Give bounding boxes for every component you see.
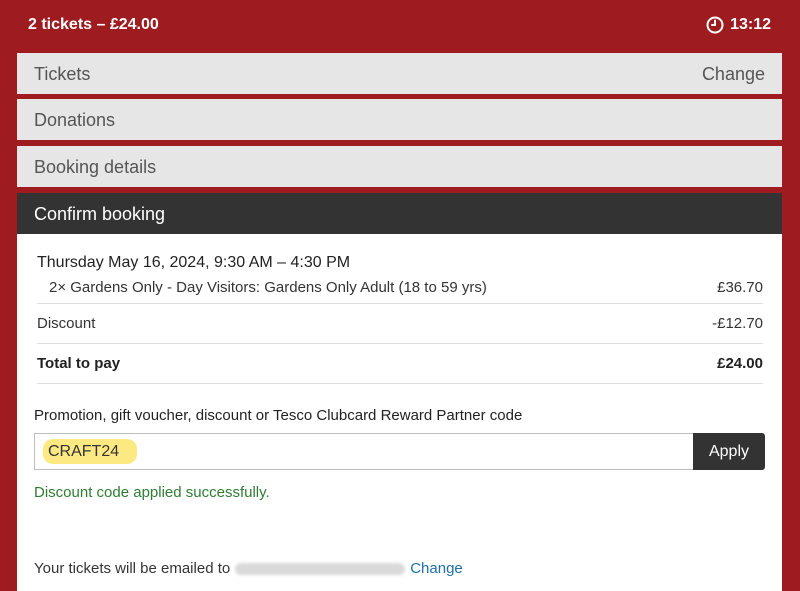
booking-date: Thursday May 16, 2024, 9:30 AM – 4:30 PM [37,254,351,271]
step-tickets-label: Tickets [34,64,91,84]
total-value: £24.00 [717,355,763,372]
clock-icon [706,16,724,34]
step-donations[interactable]: Donations [17,99,782,140]
discount-value: -£12.70 [712,315,763,332]
timer-value: 13:12 [730,16,771,33]
session-timer: 13:12 [706,16,771,34]
confirm-booking-panel: Confirm booking Thursday May 16, 2024, 9… [17,193,782,591]
step-booking-details[interactable]: Booking details [17,146,782,187]
email-notice: Your tickets will be emailed to Change [34,560,463,577]
apply-button[interactable]: Apply [693,433,765,470]
discount-label: Discount [37,315,96,332]
confirm-booking-title: Confirm booking [34,204,166,224]
email-notice-text: Your tickets will be emailed to [34,560,231,577]
confirm-booking-header: Confirm booking [17,193,782,234]
divider [37,303,763,304]
top-bar: 2 tickets – £24.00 13:12 [0,0,800,50]
line-item-price: £36.70 [717,279,763,296]
basket-summary: 2 tickets – £24.00 [28,16,159,33]
redacted-email [235,562,406,575]
promo-code-value[interactable]: CRAFT24 [48,443,119,461]
line-item-description: 2× Gardens Only - Day Visitors: Gardens … [49,279,487,296]
step-donations-label: Donations [34,110,116,130]
divider [37,343,763,344]
divider [37,383,763,384]
tickets-change-link[interactable]: Change [702,64,765,85]
promo-success-message: Discount code applied successfully. [34,484,270,501]
step-tickets[interactable]: Tickets Change [17,53,782,94]
total-label: Total to pay [37,355,121,372]
email-change-link[interactable]: Change [410,560,463,577]
promo-code-label: Promotion, gift voucher, discount or Tes… [34,407,523,424]
step-booking-details-label: Booking details [34,157,157,177]
